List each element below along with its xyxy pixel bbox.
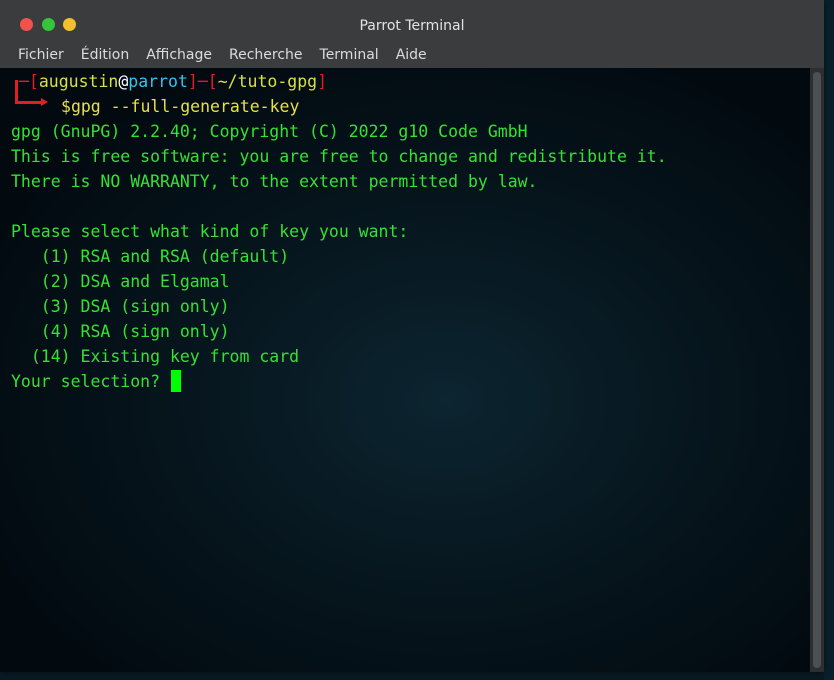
prompt-bottom-line	[15, 101, 43, 104]
prompt-close-bracket: ]	[187, 72, 198, 91]
menu-fichier[interactable]: Fichier	[18, 47, 64, 63]
prompt-dollar: $	[61, 97, 71, 116]
menu-affichage[interactable]: Affichage	[146, 47, 212, 63]
prompt-path: ~/tuto-gpg	[217, 72, 318, 91]
prompt-line: ─[augustin@parrot]─[~/tuto-gpg]	[19, 69, 327, 94]
prompt-dash: ─	[19, 72, 29, 91]
prompt-corner-line	[15, 80, 18, 102]
prompt-path-open: [	[207, 72, 218, 91]
menu-recherche[interactable]: Recherche	[229, 47, 303, 63]
prompt-at: @	[118, 72, 129, 91]
prompt-separator: ─	[197, 72, 208, 91]
output-line: (2) DSA and Elgamal	[11, 272, 230, 291]
prompt-open-bracket: [	[28, 72, 39, 91]
prompt-host: parrot	[128, 72, 188, 91]
output-line: (4) RSA (sign only)	[11, 322, 230, 341]
terminal-window: Parrot Terminal Fichier Édition Affichag…	[0, 0, 824, 672]
terminal-output[interactable]: ─[augustin@parrot]─[~/tuto-gpg] $gpg --f…	[0, 68, 810, 672]
input-line[interactable]: Your selection?	[11, 369, 181, 394]
window-title: Parrot Terminal	[359, 18, 465, 34]
prompt-user: augustin	[38, 72, 119, 91]
scrollbar-thumb[interactable]	[813, 72, 821, 668]
output-line: There is NO WARRANTY, to the extent perm…	[11, 172, 538, 191]
title-bar[interactable]: Parrot Terminal	[0, 0, 824, 42]
menu-bar: Fichier Édition Affichage Recherche Term…	[0, 42, 824, 68]
menu-edition[interactable]: Édition	[81, 47, 129, 63]
output-line: This is free software: you are free to c…	[11, 147, 667, 166]
text-cursor	[170, 370, 181, 392]
prompt-path-close: ]	[317, 72, 327, 91]
scrollbar[interactable]	[810, 68, 824, 672]
input-prompt: Your selection?	[11, 372, 170, 391]
output-line: (1) RSA and RSA (default)	[11, 247, 290, 266]
output-line: (3) DSA (sign only)	[11, 297, 230, 316]
command-text: gpg --full-generate-key	[70, 97, 300, 116]
output-line: (14) Existing key from card	[11, 347, 300, 366]
prompt-arrow-icon	[41, 98, 48, 106]
output-line: Please select what kind of key you want:	[11, 222, 409, 241]
desktop-background	[824, 0, 834, 680]
output-line: gpg (GnuPG) 2.2.40; Copyright (C) 2022 g…	[11, 122, 528, 141]
menu-terminal[interactable]: Terminal	[320, 47, 379, 63]
command-line: $gpg --full-generate-key	[61, 94, 299, 119]
menu-aide[interactable]: Aide	[396, 47, 427, 63]
